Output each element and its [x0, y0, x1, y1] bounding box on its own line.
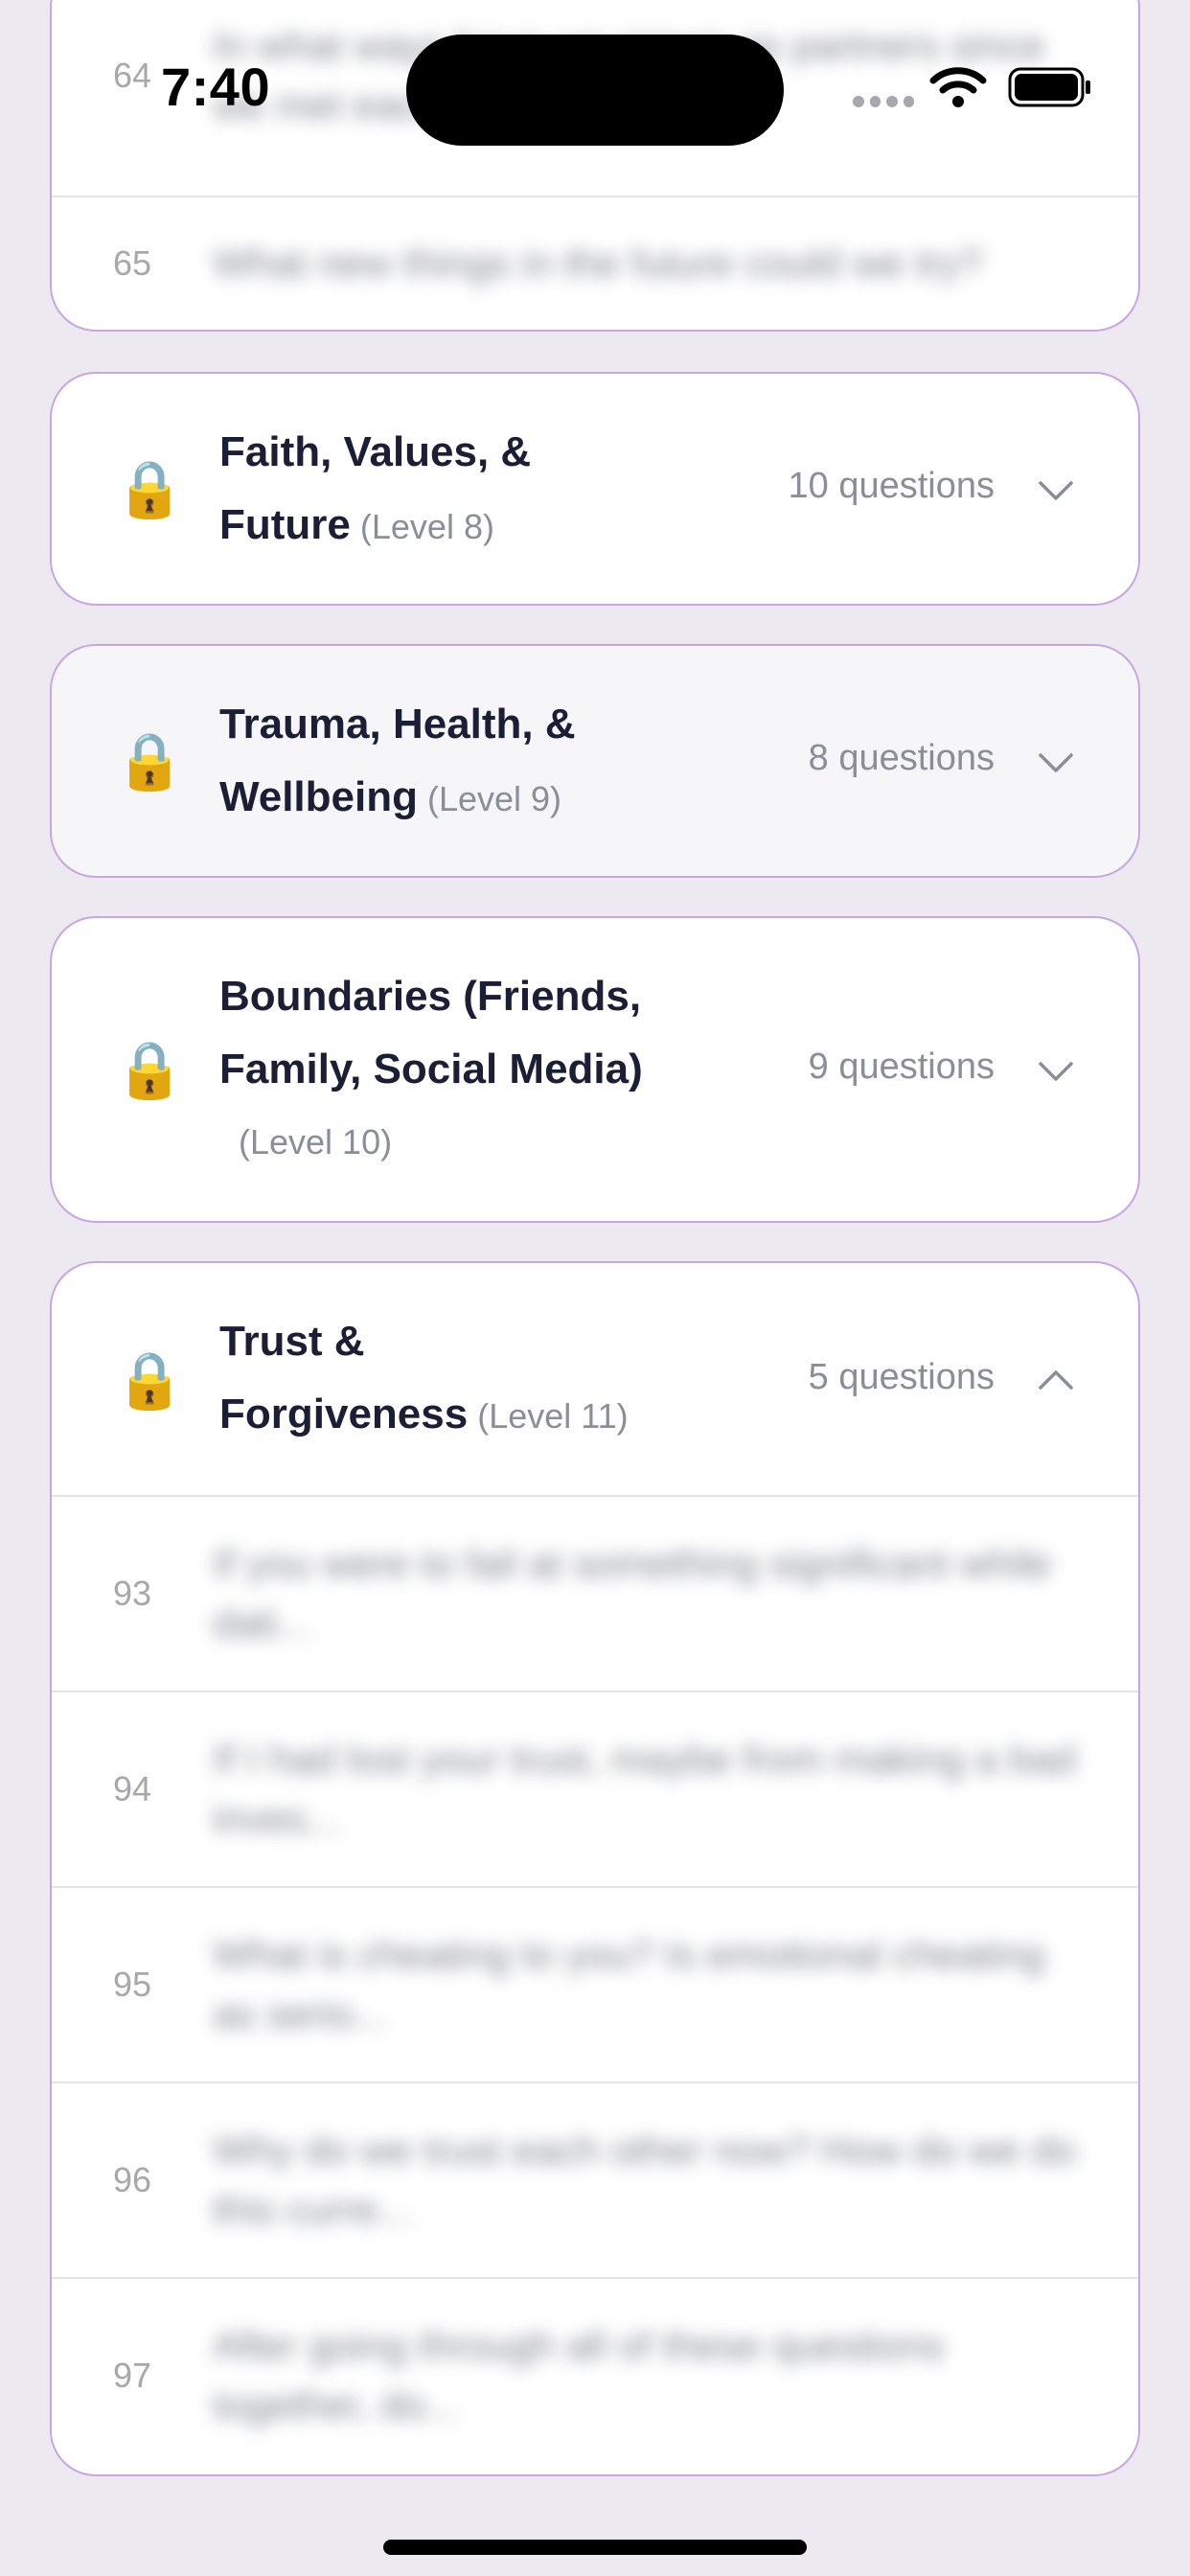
lock-icon: 🔒	[115, 458, 185, 520]
category-card-trauma-health-wellbeing[interactable]: 🔒 Trauma, Health, & Wellbeing (Level 9) 8…	[50, 644, 1140, 878]
category-title: Trust & Forgiveness (Level 11)	[219, 1305, 660, 1453]
category-header[interactable]: 🔒 Trust & Forgiveness (Level 11) 5 questi…	[52, 1263, 1138, 1497]
category-title-text: Boundaries (Friends, Family, Social Medi…	[219, 973, 643, 1092]
question-count: 8 questions	[808, 738, 995, 778]
chevron-up-icon[interactable]	[1037, 1368, 1075, 1392]
lock-icon: 🔒	[115, 1349, 185, 1412]
question-text: After going through all of these questio…	[213, 2323, 945, 2427]
question-row[interactable]: 94 If I had lost your trust, maybe from …	[52, 1690, 1138, 1886]
question-number: 96	[113, 2160, 152, 2199]
question-text: What is cheating to you? Is emotional ch…	[213, 1932, 1045, 2036]
question-text: In what ways have we grown as partners s…	[213, 23, 1045, 127]
category-card-boundaries[interactable]: 🔒 Boundaries (Friends, Family, Social Me…	[50, 916, 1140, 1223]
question-row[interactable]: 64 In what ways have we grown as partner…	[52, 0, 1138, 159]
category-level: (Level 10)	[239, 1122, 393, 1162]
question-row[interactable]: 96 Why do we trust each other now? How d…	[52, 2082, 1138, 2277]
question-row[interactable]: 95 What is cheating to you? Is emotional…	[52, 1886, 1138, 2082]
category-title: Boundaries (Friends, Family, Social Medi…	[219, 960, 679, 1179]
category-card-faith-values-future[interactable]: 🔒 Faith, Values, & Future (Level 8) 10 qu…	[50, 372, 1140, 606]
question-number: 94	[113, 1769, 152, 1808]
category-title: Faith, Values, & Future (Level 8)	[219, 416, 679, 564]
question-number: 65	[113, 243, 152, 283]
question-text: Why do we trust each other now? How do w…	[213, 2128, 1077, 2232]
category-title-text: Trust & Forgiveness	[219, 1318, 469, 1438]
question-row[interactable]: 93 If you were to fail at something sign…	[52, 1495, 1138, 1690]
question-number: 95	[113, 1965, 152, 2004]
question-count: 9 questions	[808, 1046, 995, 1087]
question-text: If you were to fail at something signifi…	[213, 1541, 1052, 1645]
question-text: What new things in the future could we t…	[213, 241, 983, 286]
chevron-down-icon[interactable]	[1037, 1060, 1075, 1083]
home-indicator[interactable]	[383, 2540, 807, 2555]
lock-icon: 🔒	[115, 730, 185, 793]
category-card-previous: 64 In what ways have we grown as partner…	[50, 0, 1140, 332]
category-title: Trauma, Health, & Wellbeing (Level 9)	[219, 688, 679, 836]
category-card-trust-forgiveness[interactable]: 🔒 Trust & Forgiveness (Level 11) 5 questi…	[50, 1261, 1140, 2476]
question-text: If I had lost your trust, maybe from mak…	[213, 1736, 1077, 1841]
chevron-down-icon[interactable]	[1037, 479, 1075, 502]
category-level: (Level 11)	[477, 1396, 629, 1436]
question-number: 93	[113, 1574, 152, 1613]
question-row[interactable]: 65 What new things in the future could w…	[52, 196, 1138, 330]
category-level: (Level 8)	[359, 507, 494, 546]
screen: 7:40 64 In what ways have we grown as pa…	[0, 0, 1190, 2576]
lock-icon: 🔒	[115, 1039, 185, 1101]
question-number: 97	[113, 2356, 152, 2395]
question-count: 5 questions	[808, 1357, 995, 1397]
question-count: 10 questions	[788, 466, 995, 506]
question-row[interactable]: 97 After going through all of these ques…	[52, 2277, 1138, 2472]
chevron-down-icon[interactable]	[1037, 751, 1075, 774]
question-number: 64	[113, 56, 152, 95]
category-level: (Level 9)	[426, 779, 562, 818]
